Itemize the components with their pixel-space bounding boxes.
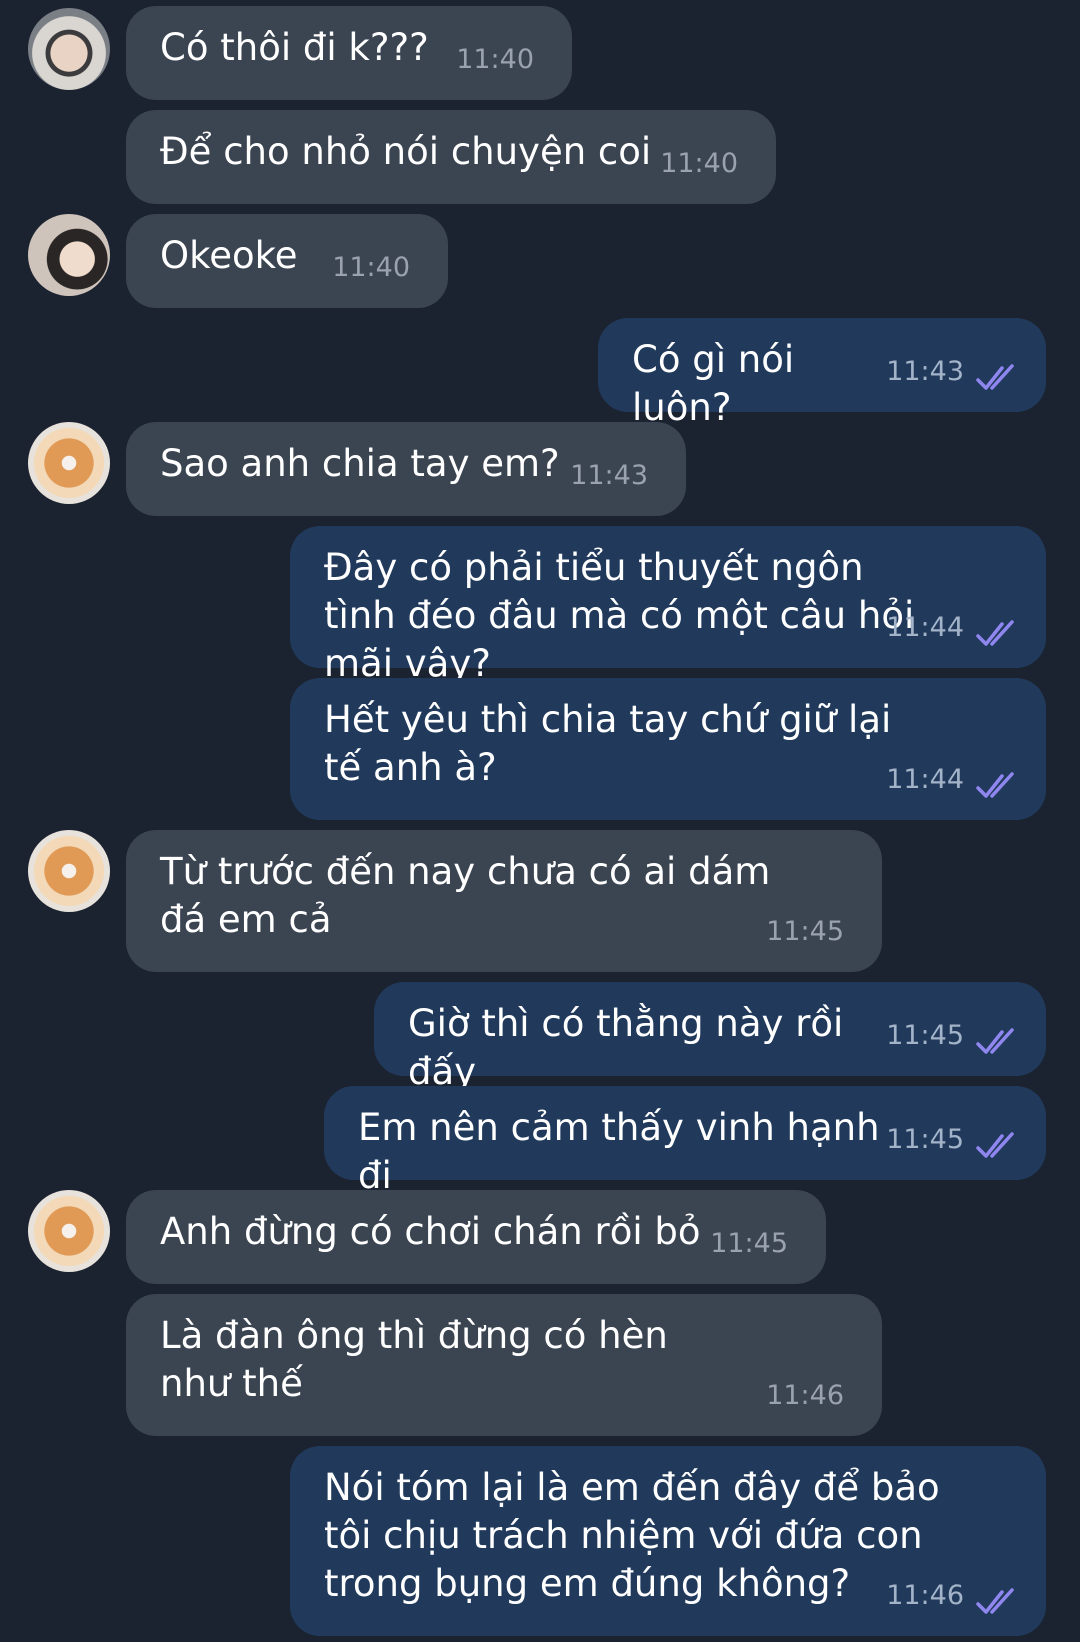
message-text: Nói tóm lại là em đến đây để bảo tôi chị…	[324, 1466, 940, 1605]
message-time: 11:45	[886, 1124, 964, 1155]
message-text: Có gì nói luôn?	[632, 338, 795, 429]
message-time: 11:46	[766, 1380, 844, 1411]
double-check-icon	[976, 772, 1014, 798]
message-text: Từ trước đến nay chưa có ai dám đá em cả	[160, 850, 771, 941]
message-incoming[interactable]: Để cho nhỏ nói chuyện coi 11:40	[126, 110, 776, 204]
message-outgoing[interactable]: Em nên cảm thấy vinh hạnh đi 11:45	[324, 1086, 1046, 1197]
message-time: 11:44	[886, 764, 964, 795]
message-text: Để cho nhỏ nói chuyện coi	[160, 130, 652, 173]
message-outgoing[interactable]: Giờ thì có thằng này rồi đấy 11:45	[374, 982, 1046, 1093]
avatar[interactable]	[28, 1190, 110, 1272]
double-check-icon	[976, 1028, 1014, 1054]
message-incoming[interactable]: Có thôi đi k??? 11:40	[126, 6, 572, 100]
message-time: 11:43	[886, 356, 964, 387]
message-text: Giờ thì có thằng này rồi đấy	[408, 1002, 844, 1093]
message-time: 11:45	[886, 1020, 964, 1051]
message-text: Đây có phải tiểu thuyết ngôn tình đéo đâ…	[324, 546, 915, 685]
message-time: 11:40	[332, 252, 410, 283]
message-time: 11:40	[660, 148, 738, 179]
message-outgoing[interactable]: Nói tóm lại là em đến đây để bảo tôi chị…	[290, 1446, 1046, 1636]
avatar[interactable]	[28, 830, 110, 912]
message-incoming[interactable]: Okeoke 11:40	[126, 214, 448, 308]
avatar[interactable]	[28, 214, 110, 296]
message-incoming[interactable]: Từ trước đến nay chưa có ai dám đá em cả…	[126, 830, 882, 972]
message-time: 11:44	[886, 612, 964, 643]
message-text: Sao anh chia tay em?	[160, 442, 560, 485]
message-outgoing[interactable]: Hết yêu thì chia tay chứ giữ lại tế anh …	[290, 678, 1046, 820]
message-incoming[interactable]: Là đàn ông thì đừng có hèn như thế 11:46	[126, 1294, 882, 1436]
message-text: Okeoke	[160, 234, 298, 277]
message-time: 11:40	[456, 44, 534, 75]
message-text: Hết yêu thì chia tay chứ giữ lại tế anh …	[324, 698, 892, 789]
message-outgoing[interactable]: Đây có phải tiểu thuyết ngôn tình đéo đâ…	[290, 526, 1046, 685]
message-incoming[interactable]: Anh đừng có chơi chán rồi bỏ 11:45	[126, 1190, 826, 1284]
avatar[interactable]	[28, 422, 110, 504]
message-text: Anh đừng có chơi chán rồi bỏ	[160, 1210, 701, 1253]
message-incoming[interactable]: Sao anh chia tay em? 11:43	[126, 422, 686, 516]
message-text: Có thôi đi k???	[160, 26, 429, 69]
message-time: 11:45	[710, 1228, 788, 1259]
avatar[interactable]	[28, 8, 110, 90]
message-text: Là đàn ông thì đừng có hèn như thế	[160, 1314, 668, 1405]
message-outgoing[interactable]: Có gì nói luôn? 11:43	[598, 318, 1046, 429]
double-check-icon	[976, 364, 1014, 390]
message-time: 11:46	[886, 1580, 964, 1611]
message-text: Em nên cảm thấy vinh hạnh đi	[358, 1106, 880, 1197]
double-check-icon	[976, 1132, 1014, 1158]
message-time: 11:43	[570, 460, 648, 491]
double-check-icon	[976, 1588, 1014, 1614]
double-check-icon	[976, 620, 1014, 646]
message-time: 11:45	[766, 916, 844, 947]
